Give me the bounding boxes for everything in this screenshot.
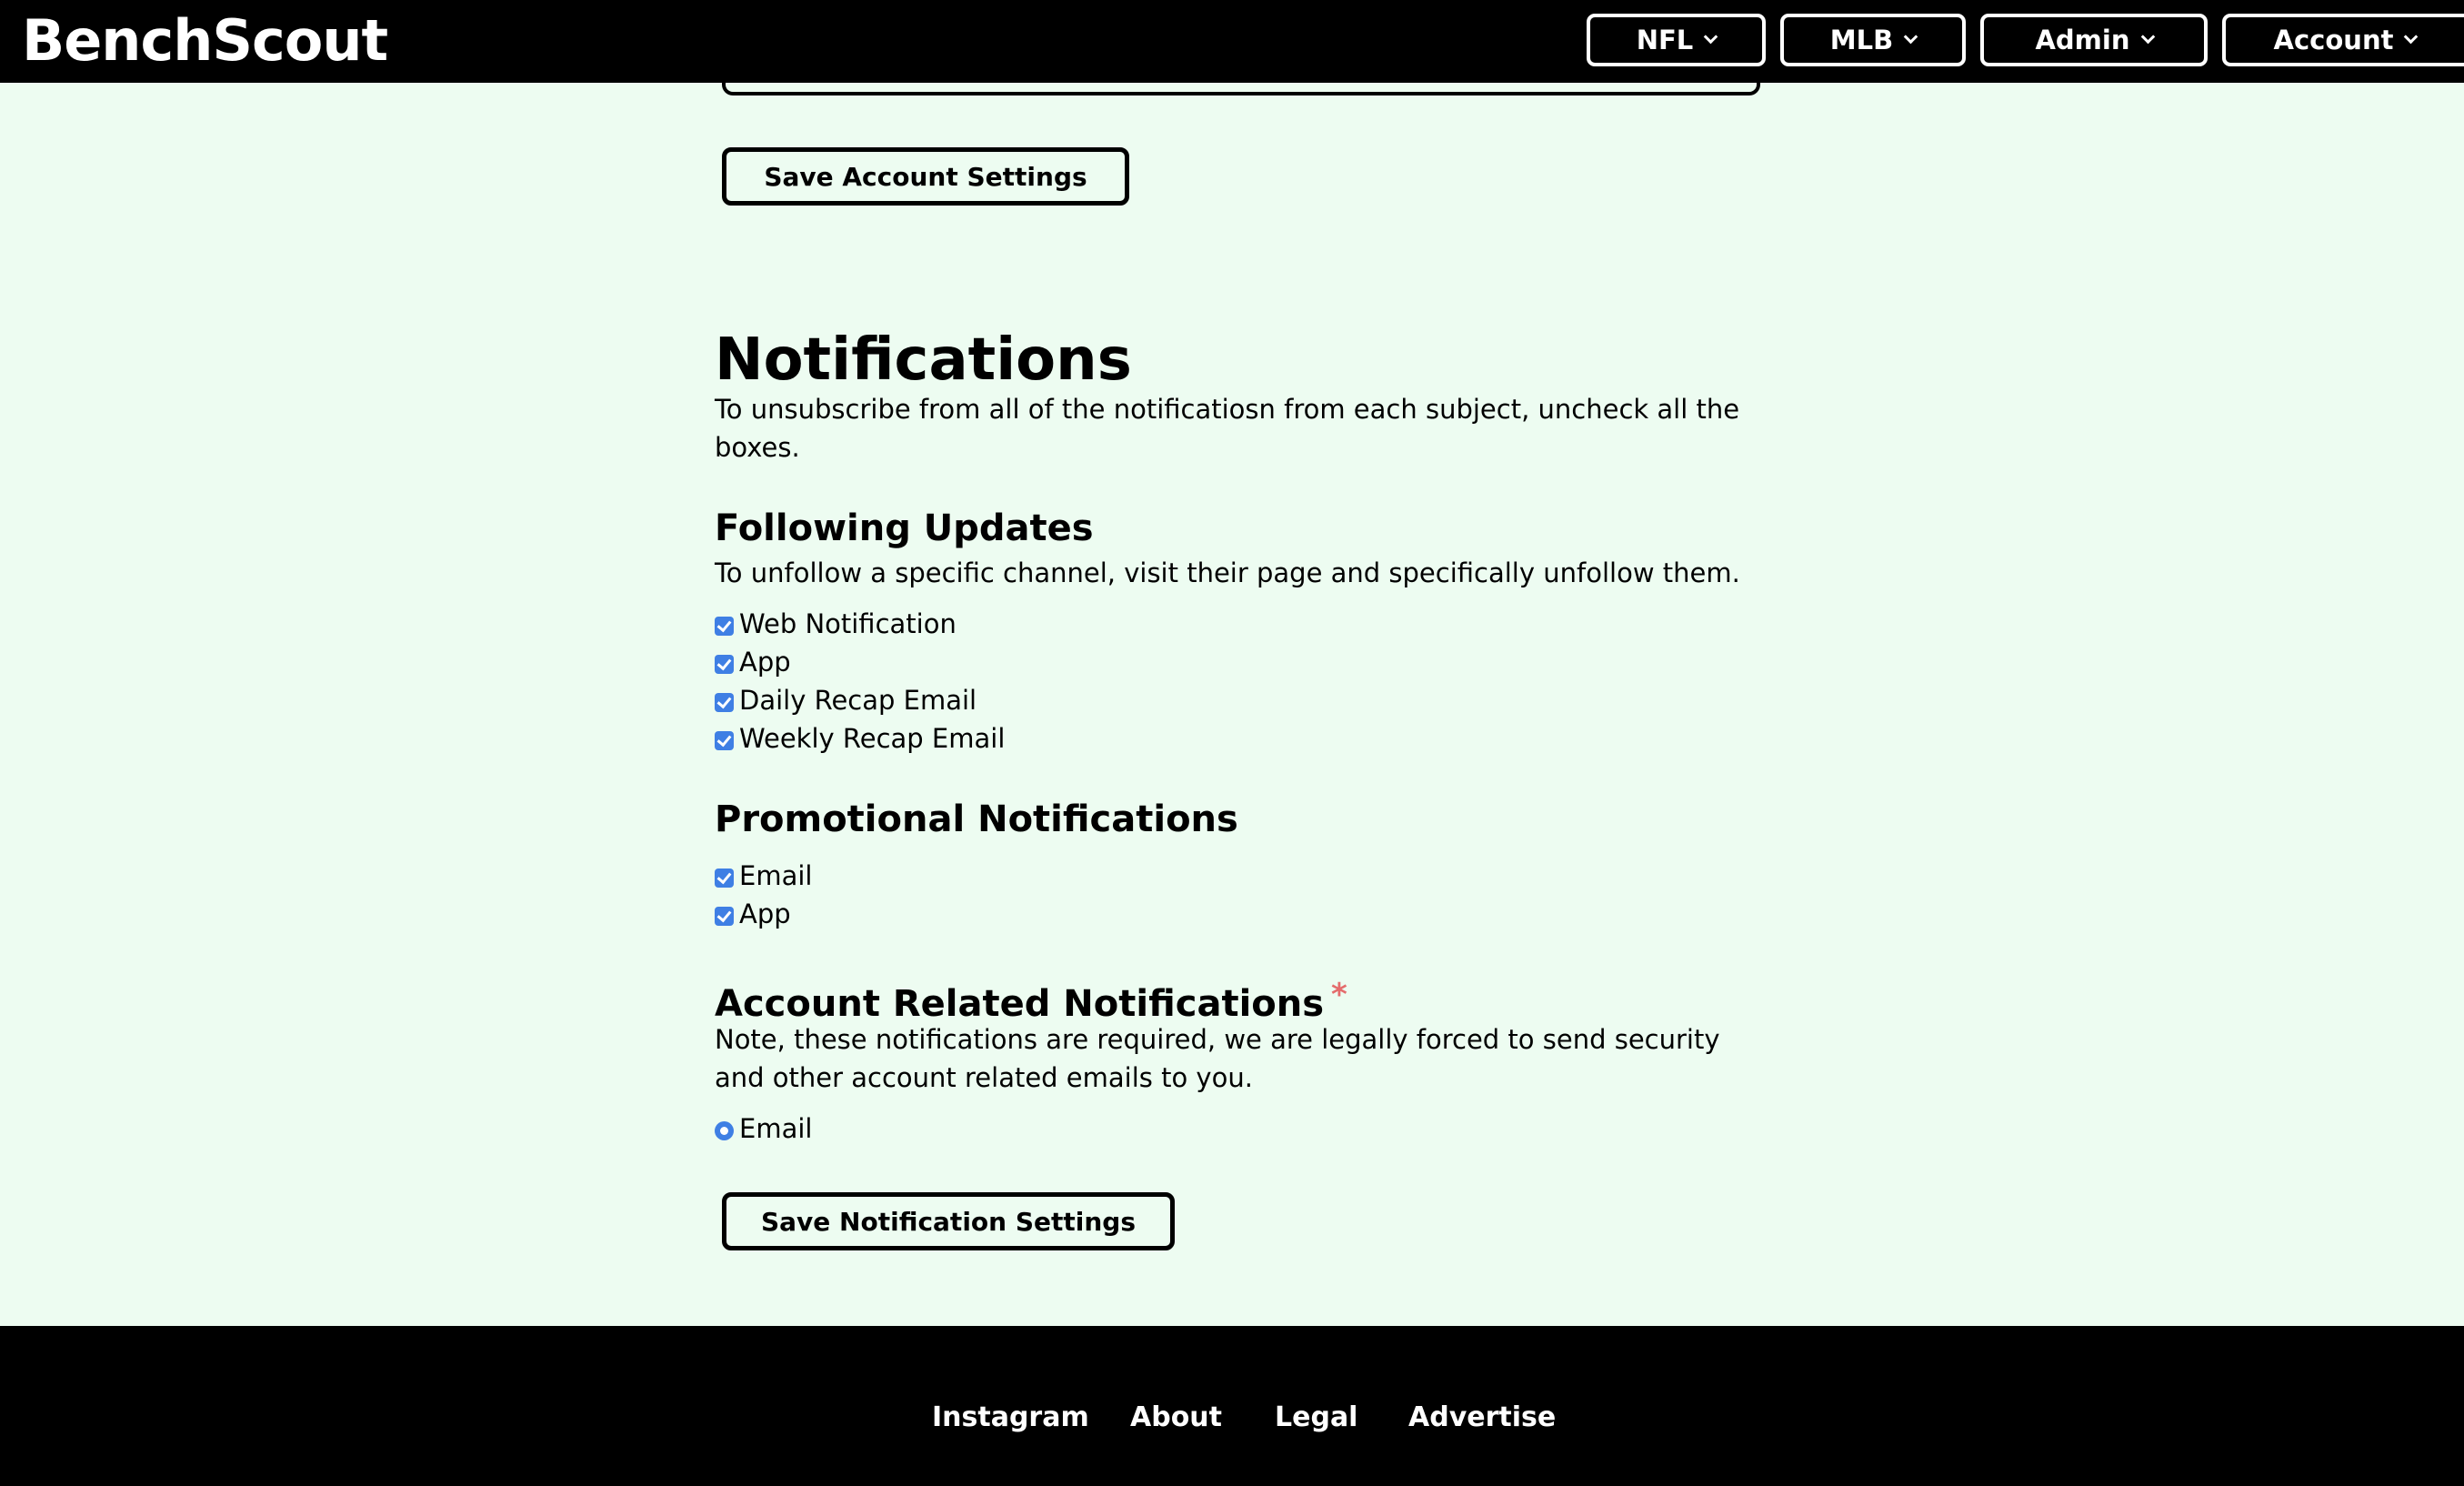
option-weekly-recap-email[interactable]: Weekly Recap Email	[715, 719, 1005, 758]
nav-admin-label: Admin	[2035, 25, 2130, 55]
chevron-down-icon	[1704, 29, 1718, 44]
option-web-notification[interactable]: Web Notification	[715, 605, 957, 643]
nav-mlb-label: MLB	[1829, 25, 1894, 55]
nav-account-dropdown[interactable]: Account	[2222, 14, 2464, 66]
option-promotional-email[interactable]: Email	[715, 857, 812, 895]
required-asterisk: *	[1331, 977, 1347, 1013]
option-label: App	[739, 647, 791, 678]
account-settings-card-edge	[722, 83, 1760, 95]
account-related-title: Account Related Notifications	[715, 983, 1325, 1025]
following-updates-heading: Following Updates	[715, 507, 1094, 549]
top-nav-bar: BenchScout NFL MLB Admin Account	[0, 0, 2464, 83]
footer-link-legal[interactable]: Legal	[1275, 1399, 1357, 1437]
nav-account-label: Account	[2273, 25, 2394, 55]
option-daily-recap-email[interactable]: Daily Recap Email	[715, 681, 977, 719]
option-promotional-app[interactable]: App	[715, 895, 791, 933]
footer	[0, 1326, 2464, 1486]
option-account-email[interactable]: Email	[715, 1109, 812, 1148]
option-label: Daily Recap Email	[739, 685, 977, 716]
promotional-notifications-heading: Promotional Notifications	[715, 798, 1238, 840]
option-label: Weekly Recap Email	[739, 723, 1006, 754]
notifications-intro: To unsubscribe from all of the notificat…	[715, 394, 1740, 463]
option-label: Email	[739, 860, 813, 891]
footer-link-advertise[interactable]: Advertise	[1408, 1399, 1556, 1437]
account-email-radio[interactable]	[715, 1120, 734, 1140]
chevron-down-icon	[1903, 29, 1918, 44]
web-notification-checkbox[interactable]	[715, 616, 734, 636]
following-updates-description: To unfollow a specific channel, visit th…	[715, 557, 1740, 588]
site-logo[interactable]: BenchScout	[22, 5, 388, 76]
option-label: App	[739, 899, 791, 929]
footer-link-about[interactable]: About	[1130, 1399, 1222, 1437]
weekly-recap-email-checkbox[interactable]	[715, 730, 734, 750]
promotional-app-checkbox[interactable]	[715, 906, 734, 926]
account-related-notifications-heading: Account Related Notifications *	[715, 971, 1347, 1028]
following-app-checkbox[interactable]	[715, 654, 734, 674]
chevron-down-icon	[2140, 29, 2155, 44]
chevron-down-icon	[2404, 29, 2419, 44]
option-following-app[interactable]: App	[715, 643, 791, 681]
notifications-title: Notifications	[715, 326, 1132, 394]
promotional-email-checkbox[interactable]	[715, 868, 734, 888]
daily-recap-email-checkbox[interactable]	[715, 692, 734, 712]
nav-nfl-dropdown[interactable]: NFL	[1587, 14, 1766, 66]
option-label: Email	[739, 1113, 813, 1144]
option-label: Web Notification	[739, 608, 957, 639]
save-account-settings-button[interactable]: Save Account Settings	[722, 147, 1129, 206]
footer-link-instagram[interactable]: Instagram	[932, 1399, 1089, 1437]
nav-admin-dropdown[interactable]: Admin	[1980, 14, 2208, 66]
save-notification-settings-button[interactable]: Save Notification Settings	[722, 1192, 1175, 1250]
nav-mlb-dropdown[interactable]: MLB	[1780, 14, 1966, 66]
nav-nfl-label: NFL	[1636, 25, 1694, 55]
account-related-description: Note, these notifications are required, …	[715, 1024, 1720, 1093]
